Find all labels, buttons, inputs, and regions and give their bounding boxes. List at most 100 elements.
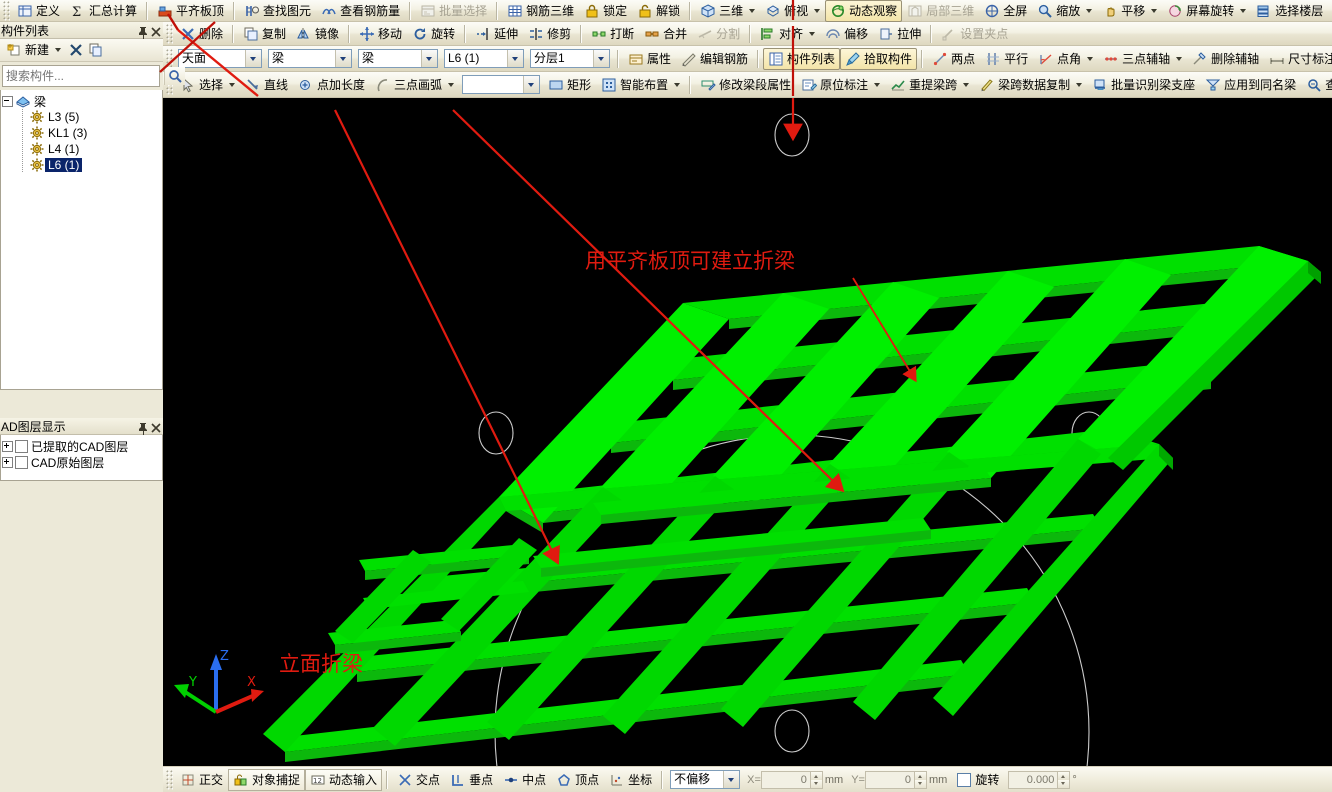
tree-item[interactable]: L6 (1) xyxy=(1,157,162,173)
fullscreen-button[interactable]: 全屏 xyxy=(979,0,1032,22)
chevron-down-icon[interactable] xyxy=(749,8,756,13)
chevron-down-icon[interactable] xyxy=(523,76,540,93)
midpoint-snap-button[interactable]: 中点 xyxy=(498,769,551,791)
offset-y-field[interactable]: 0 xyxy=(864,770,927,789)
rotate-spinner[interactable] xyxy=(1057,771,1070,788)
rebar-3d-button[interactable]: 钢筋三维 xyxy=(502,0,579,22)
dynamic-observe-button[interactable]: 动态观察 xyxy=(825,0,903,22)
3d-viewport[interactable]: Z Y X 用平齐板顶可建立折梁 立面折梁 xyxy=(163,98,1332,766)
merge-button[interactable]: 合并 xyxy=(639,23,692,45)
layer-select[interactable]: 分层1 xyxy=(530,49,610,68)
find-element-button[interactable]: 查找图元 xyxy=(239,0,316,22)
mirror-button[interactable]: 镜像 xyxy=(291,23,344,45)
move-button[interactable]: 移动 xyxy=(354,23,407,45)
line-button[interactable]: 直线 xyxy=(240,74,293,96)
chevron-down-icon[interactable] xyxy=(421,50,437,67)
component-tree[interactable]: 梁 L3 (5) KL1 (3) L4 (1) L6 (1) xyxy=(0,90,163,390)
dimension-button[interactable]: 尺寸标注 xyxy=(1264,48,1332,70)
copy-button[interactable]: 复制 xyxy=(238,23,291,45)
rotate-checkbox[interactable] xyxy=(957,772,972,787)
unlock-button[interactable]: 解锁 xyxy=(632,0,685,22)
chevron-down-icon[interactable] xyxy=(1076,82,1083,87)
flush-slab-top-button[interactable]: 平齐板顶 xyxy=(152,0,229,22)
search-button[interactable] xyxy=(164,67,185,85)
two-point-button[interactable]: 两点 xyxy=(927,48,980,70)
tree-item[interactable]: L4 (1) xyxy=(1,141,162,157)
delete-button[interactable]: 删除 xyxy=(175,23,228,45)
pan-button[interactable]: 平移 xyxy=(1097,0,1162,22)
close-icon[interactable] xyxy=(148,24,161,37)
tree-expander[interactable] xyxy=(1,454,15,470)
check-elevation-button[interactable]: 查改标高 xyxy=(1301,74,1332,96)
chevron-down-icon[interactable] xyxy=(814,8,821,13)
copy-component-button[interactable] xyxy=(88,42,104,58)
screen-rotate-button[interactable]: 屏幕旋转 xyxy=(1162,0,1251,22)
layer-checkbox[interactable] xyxy=(15,439,28,453)
toolbar-grip[interactable] xyxy=(3,0,10,21)
close-icon[interactable] xyxy=(148,420,161,433)
component-list-button[interactable]: 构件列表 xyxy=(763,47,841,70)
chevron-down-icon[interactable] xyxy=(809,31,816,36)
component-type-select[interactable]: 梁 xyxy=(358,49,438,68)
chevron-down-icon[interactable] xyxy=(1086,8,1093,13)
vertex-snap-button[interactable]: 顶点 xyxy=(551,769,604,791)
tree-root-row[interactable]: 梁 xyxy=(1,93,162,109)
object-snap-toggle[interactable]: 对象捕捉 xyxy=(228,768,306,791)
floor-select[interactable]: 天面 xyxy=(178,49,262,68)
beam-grid-model[interactable] xyxy=(263,246,1321,762)
tree-expander[interactable] xyxy=(1,438,15,454)
chevron-down-icon[interactable] xyxy=(1151,8,1158,13)
offset-mode-select[interactable]: 不偏移 xyxy=(670,770,741,789)
pin-icon[interactable] xyxy=(135,420,148,435)
new-component-button[interactable]: 新建 xyxy=(3,39,64,61)
zoom-button[interactable]: 缩放 xyxy=(1032,0,1097,22)
perpendicular-snap-button[interactable]: 垂点 xyxy=(445,769,498,791)
top-view-button[interactable]: 俯视 xyxy=(760,0,825,22)
view-rebar-qty-button[interactable]: 查看钢筋量 xyxy=(316,0,405,22)
ortho-toggle[interactable]: 正交 xyxy=(175,769,228,791)
delete-component-button[interactable] xyxy=(68,42,84,58)
toolbar-grip[interactable] xyxy=(166,48,173,69)
smart-layout-button[interactable]: 智能布置 xyxy=(596,74,685,96)
tree-expander[interactable] xyxy=(1,93,15,109)
search-input[interactable] xyxy=(3,67,164,85)
pin-icon[interactable] xyxy=(135,24,148,39)
category-select[interactable]: 梁 xyxy=(268,49,352,68)
rotate-button[interactable]: 旋转 xyxy=(407,23,460,45)
chevron-down-icon[interactable] xyxy=(674,82,681,87)
chevron-down-icon[interactable] xyxy=(593,50,609,67)
delete-axis-button[interactable]: 删除辅轴 xyxy=(1187,48,1264,70)
layer-checkbox[interactable] xyxy=(15,455,28,469)
lock-button[interactable]: 锁定 xyxy=(579,0,632,22)
offset-x-field[interactable]: 0 xyxy=(760,770,823,789)
chevron-down-icon[interactable] xyxy=(723,771,740,788)
span-data-copy-button[interactable]: 梁跨数据复制 xyxy=(974,74,1087,96)
three-point-axis-button[interactable]: 三点辅轴 xyxy=(1098,48,1187,70)
cad-layer-item[interactable]: CAD原始图层 xyxy=(1,454,162,470)
property-button[interactable]: 属性 xyxy=(623,48,676,70)
orbit-handle-left[interactable] xyxy=(478,411,514,455)
apply-same-name-button[interactable]: 应用到同名梁 xyxy=(1200,74,1301,96)
chevron-down-icon[interactable] xyxy=(507,50,523,67)
coordinate-snap-button[interactable]: 坐标 xyxy=(604,769,657,791)
sigma-button[interactable]: Σ 汇总计算 xyxy=(65,0,142,22)
offset-y-spinner[interactable] xyxy=(913,771,926,788)
batch-identify-support-button[interactable]: 批量识别梁支座 xyxy=(1087,74,1200,96)
arc-mode-select[interactable] xyxy=(462,75,541,94)
point-add-length-button[interactable]: 点加长度 xyxy=(293,74,370,96)
re-extract-span-button[interactable]: 重提梁跨 xyxy=(885,74,974,96)
break-button[interactable]: 打断 xyxy=(586,23,639,45)
intersection-snap-button[interactable]: 交点 xyxy=(392,769,445,791)
tree-item[interactable]: L3 (5) xyxy=(1,109,162,125)
chevron-down-icon[interactable] xyxy=(963,82,970,87)
parallel-button[interactable]: 平行 xyxy=(980,48,1033,70)
component-name-select[interactable]: L6 (1) xyxy=(444,49,524,68)
modify-beam-seg-button[interactable]: 修改梁段属性 xyxy=(695,74,796,96)
rectangle-button[interactable]: 矩形 xyxy=(543,74,596,96)
toolbar-grip[interactable] xyxy=(166,769,173,790)
cube-3d-button[interactable]: 三维 xyxy=(695,0,760,22)
toolbar-grip[interactable] xyxy=(166,23,173,44)
extend-button[interactable]: 延伸 xyxy=(470,23,523,45)
chevron-down-icon[interactable] xyxy=(1240,8,1247,13)
stretch-button[interactable]: 拉伸 xyxy=(873,23,926,45)
